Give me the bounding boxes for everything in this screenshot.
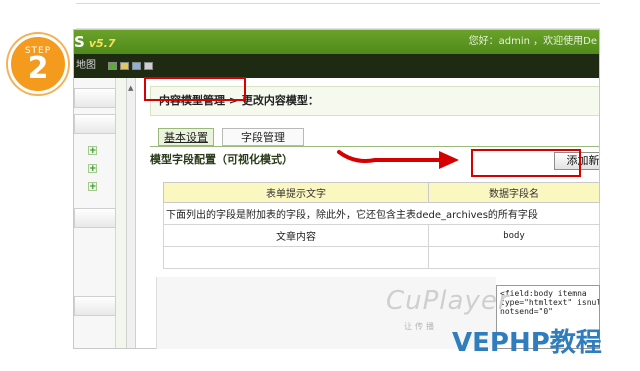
- table-row: 下面列出的字段是附加表的字段，除此外，它还包含主表dede_archives的所…: [163, 202, 600, 225]
- cuplayer-logo-subtext: 让传播: [404, 322, 437, 331]
- highlight-button-box: [471, 149, 581, 177]
- step-badge: STEP 2: [8, 34, 68, 94]
- field-label-cell: [163, 246, 429, 269]
- scroll-up-icon[interactable]: ▲: [128, 84, 133, 92]
- field-name-cell: body: [428, 224, 600, 247]
- top-divider: [76, 0, 600, 4]
- sidebar-menu-block[interactable]: [74, 114, 116, 134]
- fields-table: 表单提示文字 数据字段名 下面列出的字段是附加表的字段，除此外，它还包含主表de…: [163, 182, 600, 269]
- plus-icon[interactable]: +: [88, 164, 97, 174]
- user-greeting: 您好：admin ，欢迎使用De: [468, 36, 597, 47]
- code-line: <field:body itemna: [500, 289, 587, 298]
- field-name-cell: [428, 246, 600, 269]
- toolbar-icon-2[interactable]: [120, 62, 129, 70]
- sidebar-menu-block[interactable]: [74, 88, 116, 108]
- sitemap-link[interactable]: 地图: [76, 54, 96, 78]
- quick-toolbar: 地图: [74, 54, 599, 78]
- section-title: 模型字段配置（可视化模式）: [150, 153, 293, 166]
- sidebar-menu-block[interactable]: [74, 208, 116, 228]
- code-line: type="htmltext" isnull: [500, 298, 600, 307]
- step-number: 2: [27, 51, 49, 86]
- toolbar-icon-1[interactable]: [108, 62, 117, 70]
- code-line: notsend="0": [500, 307, 553, 316]
- table-row[interactable]: 文章内容 body: [163, 224, 600, 247]
- tab-field-management[interactable]: 字段管理: [222, 128, 304, 146]
- toolbar-icon-3[interactable]: [132, 62, 141, 70]
- plus-icon[interactable]: +: [88, 182, 97, 192]
- table-row: [163, 246, 600, 269]
- scrollbar[interactable]: ▲: [126, 78, 136, 348]
- tab-basic-settings[interactable]: 基本设置: [158, 128, 214, 146]
- column-header-label: 表单提示文字: [163, 182, 429, 203]
- table-header-row: 表单提示文字 数据字段名: [163, 182, 600, 203]
- cuplayer-logo: CuPlayer: [386, 286, 510, 316]
- toolbar-icon-4[interactable]: [144, 62, 153, 70]
- field-label-cell: 文章内容: [163, 224, 429, 247]
- column-header-field: 数据字段名: [428, 182, 600, 203]
- app-header: Sv5.7 您好：admin ，欢迎使用De: [74, 30, 599, 56]
- table-note: 下面列出的字段是附加表的字段，除此外，它还包含主表dede_archives的所…: [163, 202, 600, 225]
- sidebar-menu-block[interactable]: [74, 296, 116, 316]
- plus-icon[interactable]: +: [88, 146, 97, 156]
- app-version: v5.7: [88, 37, 116, 50]
- app-logo: Sv5.7: [74, 30, 115, 56]
- highlight-tab-box: [144, 77, 246, 101]
- site-watermark: VEPHP教程: [452, 328, 602, 358]
- left-sidebar: + + +: [74, 78, 116, 348]
- logo-text: S: [74, 33, 85, 51]
- arrow-right-icon: [337, 150, 459, 169]
